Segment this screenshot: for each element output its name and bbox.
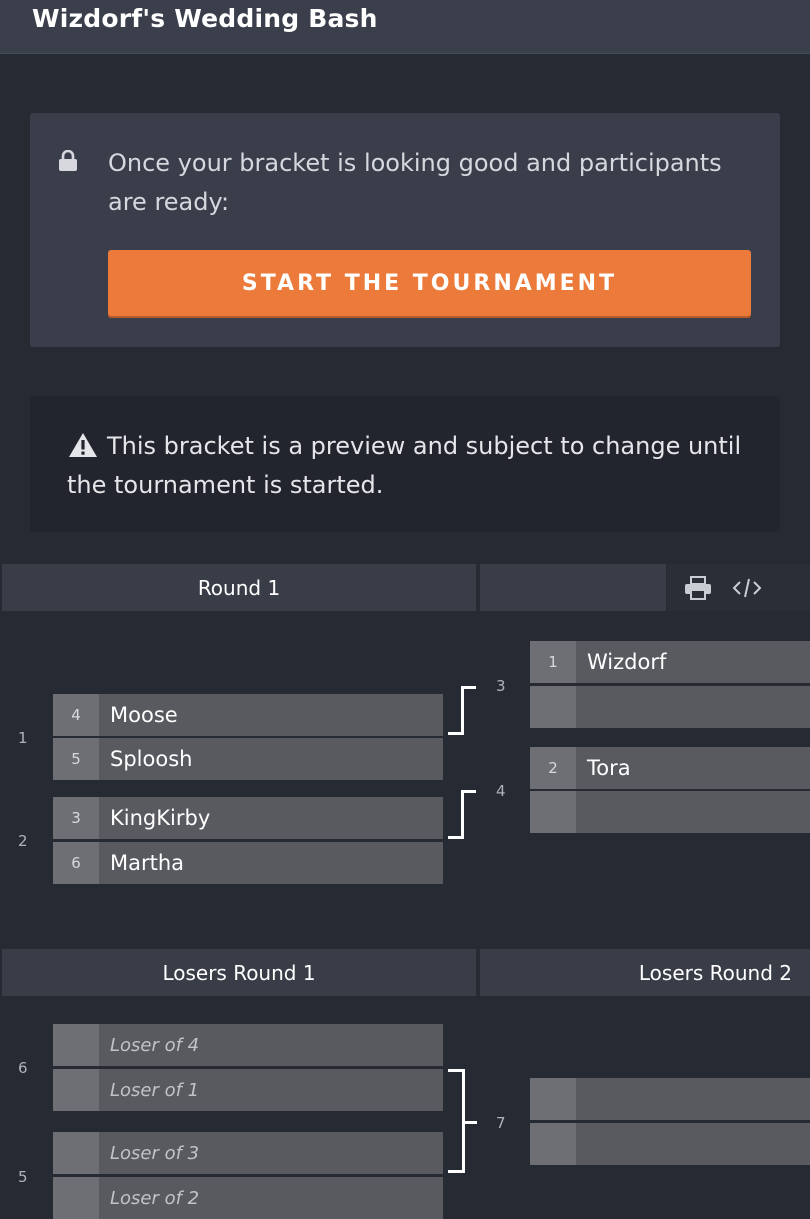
match-number: 6 (18, 1059, 28, 1077)
preview-warning-message: This bracket is a preview and subject to… (67, 432, 742, 499)
match-slot[interactable]: Loser of 2 (53, 1177, 443, 1219)
match-number: 1 (18, 729, 28, 747)
match-slot[interactable] (530, 686, 810, 728)
seed-number (530, 1078, 576, 1120)
start-message: Once your bracket is looking good and pa… (108, 149, 722, 216)
match-slot[interactable]: Loser of 1 (53, 1069, 443, 1111)
match-slot[interactable]: 5 Sploosh (53, 738, 443, 780)
seed-number: 2 (530, 747, 576, 789)
seed-number (530, 791, 576, 833)
participant-name: Sploosh (110, 747, 193, 771)
placeholder-name: Loser of 4 (110, 1034, 200, 1056)
losers-round-1-header: Losers Round 1 (2, 949, 476, 996)
seed-number (53, 1069, 99, 1111)
match-number: 7 (496, 1114, 506, 1132)
seed-number: 6 (53, 842, 99, 884)
match-slot[interactable]: 2 Tora (530, 747, 810, 789)
bracket-connector (461, 790, 464, 839)
seed-number: 4 (53, 694, 99, 736)
placeholder-name: Loser of 3 (110, 1142, 200, 1164)
bracket-connector (448, 1170, 465, 1173)
placeholder-name: Loser of 1 (110, 1079, 200, 1101)
round-1-header: Round 1 (2, 564, 476, 611)
match-slot[interactable]: 1 Wizdorf (530, 641, 810, 683)
participant-name: Martha (110, 851, 185, 875)
tournament-title: Wizdorf's Wedding Bash (32, 4, 378, 33)
match-slot[interactable] (530, 1078, 810, 1120)
seed-number (53, 1177, 99, 1219)
round-2-header (480, 564, 666, 611)
bracket-connector (465, 1121, 477, 1124)
match-slot[interactable]: 4 Moose (53, 694, 443, 736)
match-slot[interactable]: Loser of 3 (53, 1132, 443, 1174)
bracket-connector (461, 686, 464, 735)
match-number: 4 (496, 782, 506, 800)
seed-number: 3 (53, 797, 99, 839)
print-icon[interactable] (684, 576, 712, 600)
start-tournament-button[interactable]: START THE TOURNAMENT (108, 250, 751, 316)
lock-icon (59, 150, 77, 171)
seed-number (530, 686, 576, 728)
bracket-connector (461, 790, 476, 793)
seed-number: 1 (530, 641, 576, 683)
seed-number (530, 1123, 576, 1165)
participant-name: KingKirby (110, 806, 211, 830)
match-number: 2 (18, 832, 28, 850)
app-header: Wizdorf's Wedding Bash (0, 0, 810, 54)
match-slot[interactable]: Loser of 4 (53, 1024, 443, 1066)
code-icon[interactable] (732, 576, 762, 600)
participant-name: Moose (110, 703, 178, 727)
bracket-connector (461, 686, 476, 689)
match-slot[interactable] (530, 791, 810, 833)
seed-number: 5 (53, 738, 99, 780)
match-slot[interactable] (530, 1123, 810, 1165)
match-number: 5 (18, 1168, 28, 1186)
match-slot[interactable]: 3 KingKirby (53, 797, 443, 839)
seed-number (53, 1132, 99, 1174)
match-number: 3 (496, 677, 506, 695)
placeholder-name: Loser of 2 (110, 1187, 200, 1209)
losers-round-2-header: Losers Round 2 (480, 949, 810, 996)
seed-number (53, 1024, 99, 1066)
participant-name: Tora (587, 756, 631, 780)
match-slot[interactable]: 6 Martha (53, 842, 443, 884)
participant-name: Wizdorf (587, 650, 667, 674)
